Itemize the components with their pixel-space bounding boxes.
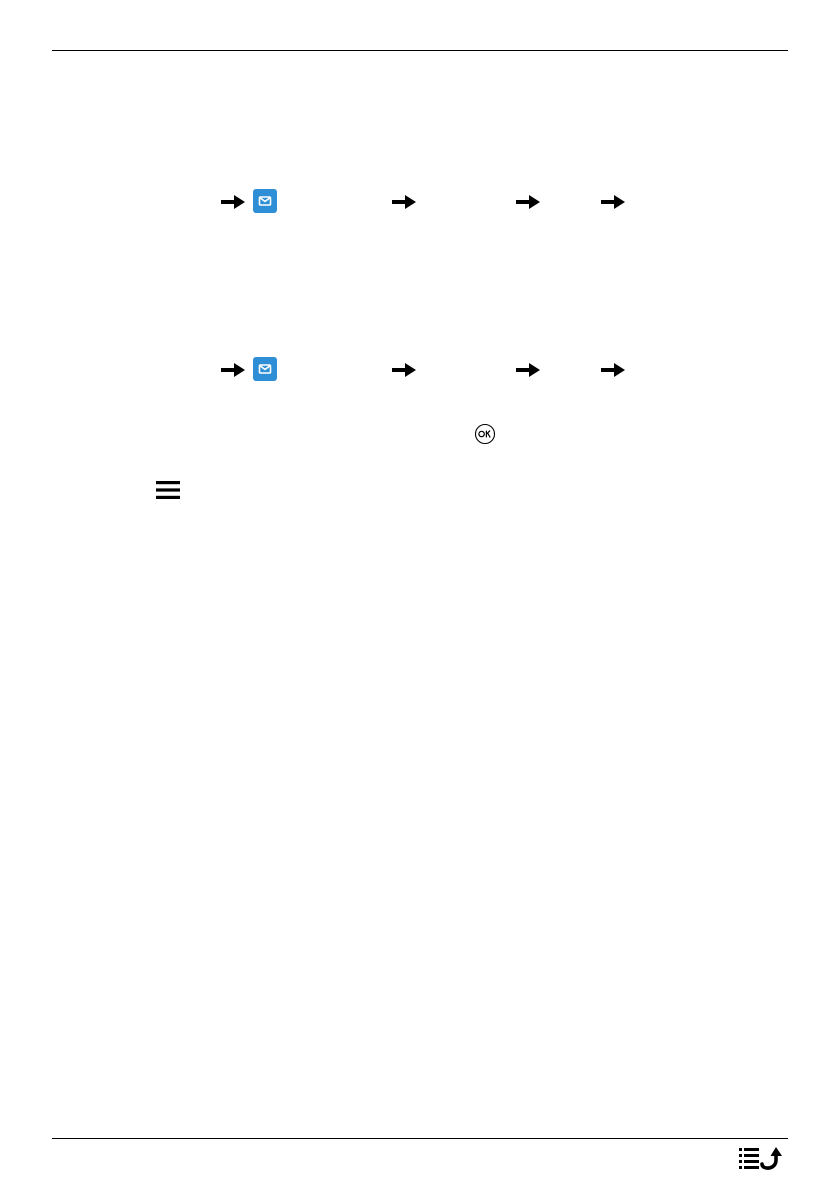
messaging-app-icon (253, 357, 277, 381)
right-arrow-icon (390, 192, 418, 212)
right-arrow-icon (219, 192, 247, 212)
header-rule (52, 50, 788, 51)
ok-key-icon (474, 423, 496, 445)
right-arrow-icon (219, 360, 247, 380)
footer-rule (52, 1138, 788, 1139)
right-arrow-icon (599, 192, 627, 212)
right-arrow-icon (390, 360, 418, 380)
right-arrow-icon (514, 192, 542, 212)
right-arrow-icon (599, 360, 627, 380)
table-of-contents-return-icon[interactable] (737, 1143, 789, 1173)
menu-icon (155, 478, 181, 502)
right-arrow-icon (514, 360, 542, 380)
messaging-app-icon (253, 189, 277, 213)
